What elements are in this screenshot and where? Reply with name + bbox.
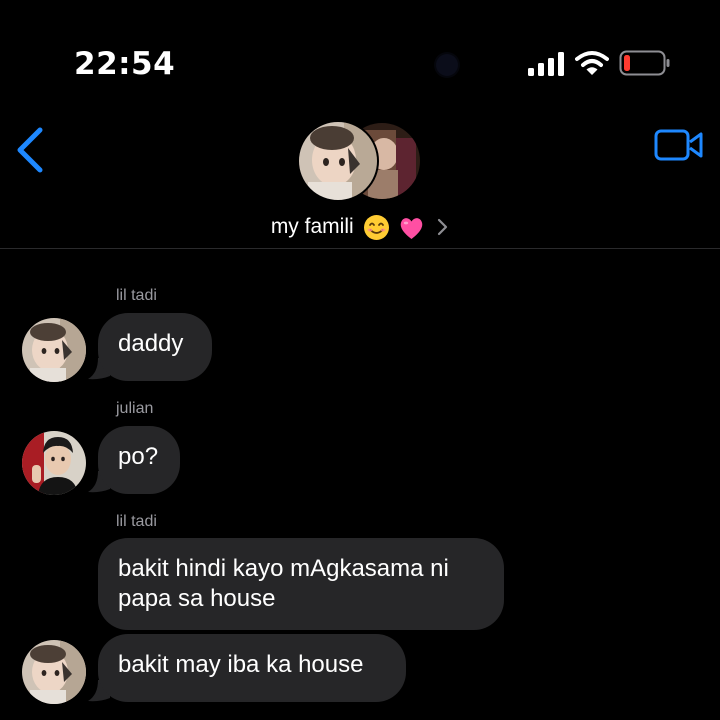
message-text: po? <box>118 443 159 470</box>
julian-avatar[interactable] <box>22 431 86 495</box>
message-bubble[interactable]: bakit may iba ka house <box>98 634 406 702</box>
message-bubble[interactable]: po? <box>98 426 180 494</box>
message-text-line: papa sa house <box>118 585 276 612</box>
message-text-line: bakit hindi kayo mAgkasama ni <box>118 555 449 582</box>
header-divider <box>0 248 720 249</box>
group-name: my famili <box>270 215 354 238</box>
toddler-avatar[interactable] <box>22 318 86 382</box>
wifi-icon <box>575 51 609 75</box>
pink-heart-emoji <box>401 218 423 239</box>
group-avatar[interactable] <box>298 120 424 202</box>
status-time: 22:54 <box>74 46 176 82</box>
sender-name: julian <box>116 400 154 417</box>
camera-indicator <box>436 54 458 76</box>
toddler-avatar[interactable] <box>22 640 86 704</box>
cellular-signal-icon <box>528 52 564 76</box>
message-bubble[interactable]: bakit hindi kayo mAgkasama ni papa sa ho… <box>98 538 504 630</box>
message-bubble[interactable]: daddy <box>98 313 212 381</box>
smiling-face-emoji <box>363 214 389 240</box>
battery-low-icon <box>619 50 670 76</box>
video-camera-icon[interactable] <box>654 128 704 162</box>
group-name-row[interactable]: my famili <box>0 210 720 244</box>
chevron-left-icon[interactable] <box>14 126 46 174</box>
message-text: bakit may iba ka house <box>118 651 364 678</box>
sender-name: lil tadi <box>116 287 157 304</box>
chevron-right-icon <box>438 219 448 236</box>
sender-name: lil tadi <box>116 513 157 530</box>
message-text: daddy <box>118 330 184 357</box>
